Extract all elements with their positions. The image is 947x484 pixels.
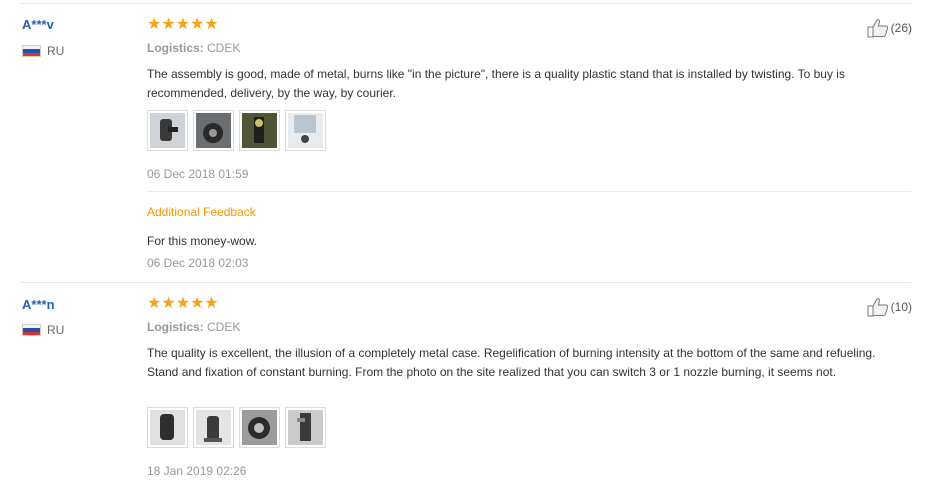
photo-image: [242, 113, 277, 148]
additional-feedback-text: For this money-wow.: [147, 234, 258, 248]
helpful-button[interactable]: (26): [867, 18, 912, 38]
additional-feedback-label: Additional Feedback: [147, 205, 256, 219]
review-photo-thumbnail[interactable]: [285, 110, 326, 151]
helpful-button[interactable]: (10): [867, 297, 912, 317]
star-rating: ★★★★★: [147, 16, 219, 33]
russia-flag-icon: [22, 45, 41, 57]
russia-flag-icon: [22, 324, 41, 336]
helpful-count: (26): [890, 21, 912, 35]
review-photos: [147, 407, 331, 448]
logistics-label: Logistics:: [147, 320, 204, 334]
feedback-divider: [147, 191, 911, 192]
thumbs-up-icon: [867, 19, 888, 38]
country-code: RU: [47, 323, 65, 337]
country-code: RU: [47, 44, 65, 58]
reviewer-name[interactable]: A***n: [22, 297, 55, 312]
photo-image: [196, 410, 231, 445]
review-photo-thumbnail[interactable]: [193, 407, 234, 448]
reviewer-name[interactable]: A***v: [22, 17, 54, 32]
reviewer-country: RU: [22, 44, 64, 58]
review-photo-thumbnail[interactable]: [239, 110, 280, 151]
logistics-info: Logistics: CDEK: [147, 41, 240, 55]
review-photo-thumbnail[interactable]: [147, 407, 188, 448]
thumbs-up-icon: [867, 298, 888, 317]
photo-image: [242, 410, 277, 445]
photo-image: [196, 113, 231, 148]
top-divider: [20, 3, 911, 4]
photo-image: [288, 113, 323, 148]
photo-image: [288, 410, 323, 445]
logistics-info: Logistics: CDEK: [147, 320, 240, 334]
review-date: 06 Dec 2018 01:59: [147, 167, 249, 181]
review-text: The assembly is good, made of metal, bur…: [147, 67, 845, 100]
logistics-value: CDEK: [207, 41, 241, 55]
logistics-value: CDEK: [207, 320, 241, 334]
helpful-count: (10): [890, 300, 912, 314]
additional-feedback-date: 06 Dec 2018 02:03: [147, 256, 249, 270]
reviewer-country: RU: [22, 323, 64, 337]
review-photos: [147, 110, 331, 151]
review-photo-thumbnail[interactable]: [193, 110, 234, 151]
logistics-label: Logistics:: [147, 41, 204, 55]
review-date: 18 Jan 2019 02:26: [147, 464, 247, 478]
review-text: The quality is excellent, the illusion o…: [147, 346, 876, 379]
review-divider: [20, 282, 911, 283]
review-photo-thumbnail[interactable]: [285, 407, 326, 448]
photo-image: [150, 113, 185, 148]
photo-image: [150, 410, 185, 445]
review-photo-thumbnail[interactable]: [239, 407, 280, 448]
review-photo-thumbnail[interactable]: [147, 110, 188, 151]
star-rating: ★★★★★: [147, 295, 219, 312]
